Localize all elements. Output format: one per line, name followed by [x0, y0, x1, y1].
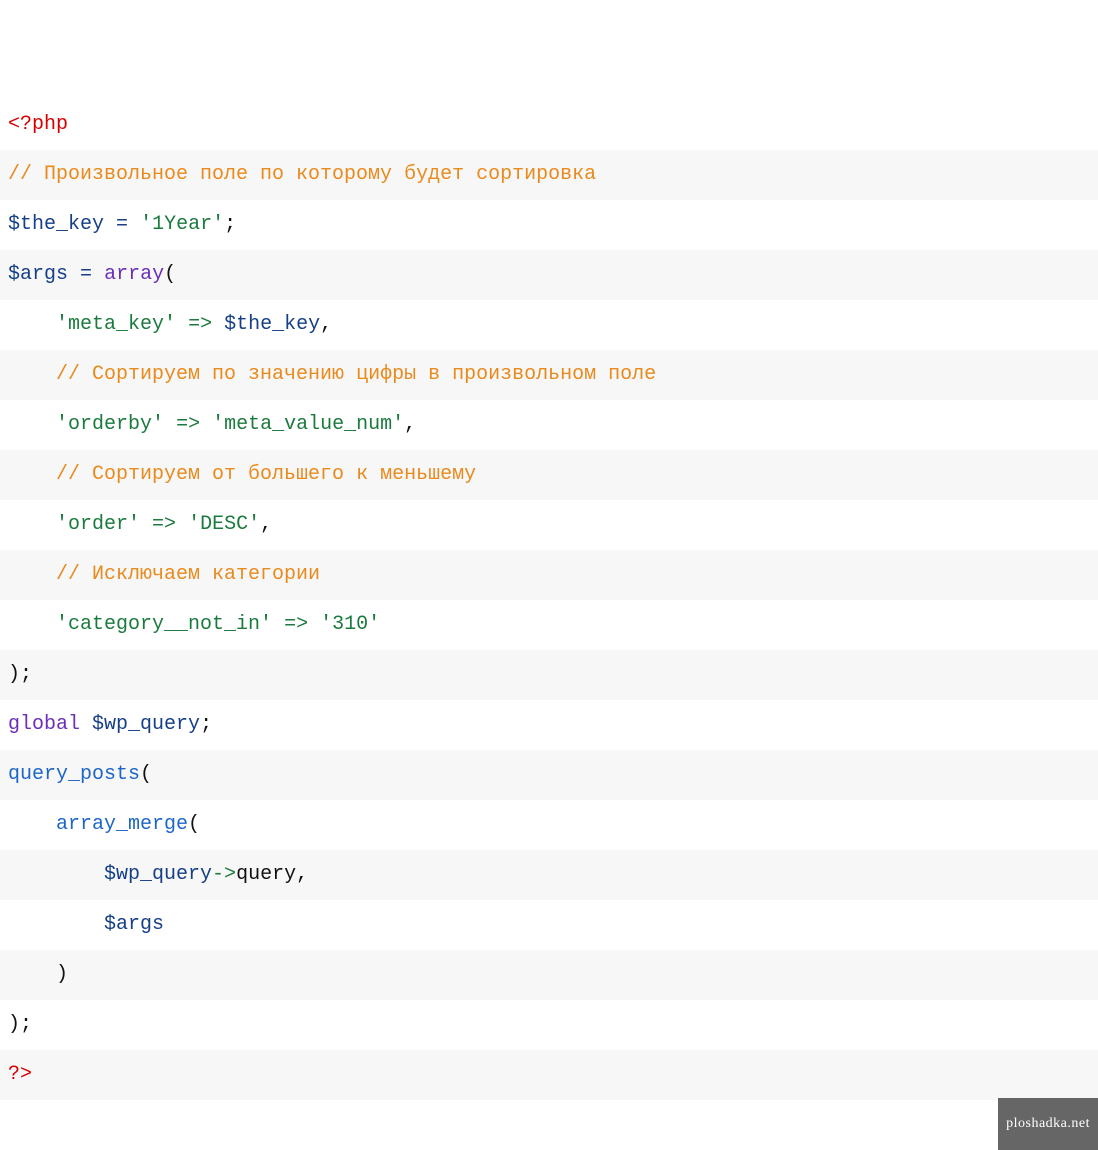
- code-token: $the_key: [224, 313, 320, 336]
- code-line: ?>: [0, 1050, 1098, 1100]
- code-token: array: [104, 263, 164, 286]
- code-token: $args: [8, 263, 68, 286]
- code-token: );: [8, 663, 32, 686]
- code-line: global $wp_query;: [0, 700, 1098, 750]
- code-token: // Сортируем по значению цифры в произво…: [56, 363, 656, 386]
- code-line: // Исключаем категории: [0, 550, 1098, 600]
- php-code-block: <?php // Произвольное поле по которому бу…: [0, 0, 1098, 1150]
- code-token: );: [8, 1013, 32, 1036]
- code-token: // Произвольное поле по которому будет с…: [8, 163, 596, 186]
- code-token: [8, 563, 56, 586]
- code-token: global: [8, 713, 80, 736]
- code-line: // Сортируем по значению цифры в произво…: [0, 350, 1098, 400]
- code-token: [200, 413, 212, 436]
- code-token: ?>: [8, 1063, 32, 1086]
- code-token: (: [164, 263, 176, 286]
- code-token: ->: [212, 863, 236, 886]
- code-token: [164, 413, 176, 436]
- code-token: [8, 313, 56, 336]
- code-line: $args = array(: [0, 250, 1098, 300]
- code-line: // Произвольное поле по которому будет с…: [0, 150, 1098, 200]
- code-token: ,: [260, 513, 272, 536]
- code-token: [80, 713, 92, 736]
- code-token: =>: [176, 413, 200, 436]
- code-line: 'meta_key' => $the_key,: [0, 300, 1098, 350]
- code-token: [308, 613, 320, 636]
- code-token: [272, 613, 284, 636]
- code-token: =>: [188, 313, 212, 336]
- code-token: =: [80, 263, 92, 286]
- code-token: '1Year': [140, 213, 224, 236]
- code-token: $args: [104, 913, 164, 936]
- code-token: [8, 463, 56, 486]
- code-token: 'category__not_in': [56, 613, 272, 636]
- code-token: $the_key: [8, 213, 104, 236]
- code-token: (: [188, 813, 200, 836]
- code-line: );: [0, 650, 1098, 700]
- code-token: array_merge: [56, 813, 188, 836]
- code-token: // Исключаем категории: [56, 563, 320, 586]
- code-token: (: [140, 763, 152, 786]
- code-token: <?php: [8, 113, 68, 136]
- code-token: [128, 213, 140, 236]
- code-token: query_posts: [8, 763, 140, 786]
- code-token: ;: [200, 713, 212, 736]
- code-token: [92, 263, 104, 286]
- code-token: [68, 263, 80, 286]
- code-token: 'meta_key': [56, 313, 176, 336]
- code-token: '310': [320, 613, 380, 636]
- code-token: [8, 913, 104, 936]
- code-token: 'orderby': [56, 413, 164, 436]
- code-token: [140, 513, 152, 536]
- code-token: [8, 863, 104, 886]
- code-token: =: [116, 213, 128, 236]
- code-token: [8, 413, 56, 436]
- code-token: [104, 213, 116, 236]
- code-line: );: [0, 1000, 1098, 1050]
- code-line: query_posts(: [0, 750, 1098, 800]
- code-token: [212, 313, 224, 336]
- code-line: 'orderby' => 'meta_value_num',: [0, 400, 1098, 450]
- code-token: ;: [224, 213, 236, 236]
- code-line: $args: [0, 900, 1098, 950]
- watermark-label: ploshadka.net: [998, 1098, 1098, 1150]
- code-token: 'order': [56, 513, 140, 536]
- code-line: array_merge(: [0, 800, 1098, 850]
- code-line: // Сортируем от большего к меньшему: [0, 450, 1098, 500]
- code-token: 'meta_value_num': [212, 413, 404, 436]
- code-token: 'DESC': [188, 513, 260, 536]
- code-token: [8, 513, 56, 536]
- code-line: 'category__not_in' => '310': [0, 600, 1098, 650]
- code-token: =>: [284, 613, 308, 636]
- code-token: query,: [236, 863, 308, 886]
- code-token: $wp_query: [92, 713, 200, 736]
- code-line: 'order' => 'DESC',: [0, 500, 1098, 550]
- code-token: =>: [152, 513, 176, 536]
- code-token: ): [8, 963, 68, 986]
- code-line: $wp_query->query,: [0, 850, 1098, 900]
- code-line: $the_key = '1Year';: [0, 200, 1098, 250]
- code-token: ,: [320, 313, 332, 336]
- code-token: [8, 813, 56, 836]
- code-token: [8, 363, 56, 386]
- code-line: ): [0, 950, 1098, 1000]
- code-line: <?php: [0, 100, 1098, 150]
- code-token: [176, 513, 188, 536]
- code-token: $wp_query: [104, 863, 212, 886]
- code-token: [8, 613, 56, 636]
- code-token: // Сортируем от большего к меньшему: [56, 463, 476, 486]
- code-token: ,: [404, 413, 416, 436]
- code-token: [176, 313, 188, 336]
